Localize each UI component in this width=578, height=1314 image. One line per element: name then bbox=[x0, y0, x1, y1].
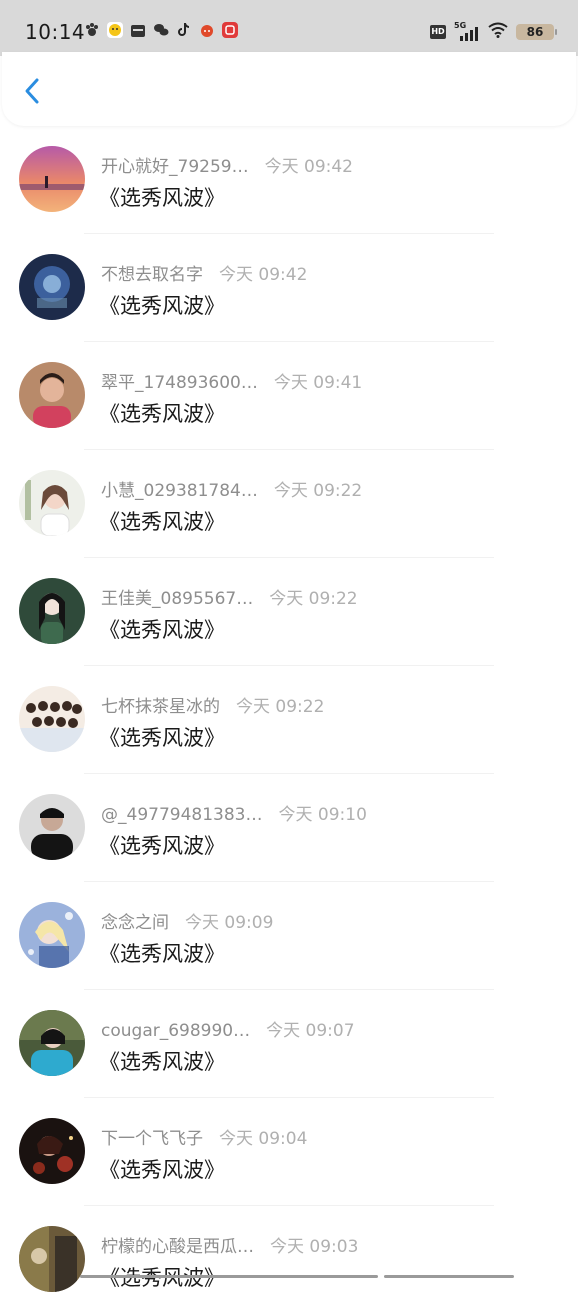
timestamp: 今天 09:09 bbox=[185, 913, 274, 933]
name-line: 念念之间 今天 09:09 bbox=[101, 908, 273, 933]
pinduoduo-app-icon bbox=[222, 22, 238, 38]
name-line: 不想去取名字 今天 09:42 bbox=[101, 260, 307, 285]
name-line: cougar_698990… 今天 09:07 bbox=[101, 1016, 355, 1041]
timestamp: 今天 09:22 bbox=[273, 481, 363, 501]
username[interactable]: 下一个飞飞子 bbox=[101, 1124, 203, 1149]
list-item[interactable]: 七杯抹茶星冰的 今天 09:22 《选秀风波》 bbox=[0, 666, 578, 774]
avatar[interactable] bbox=[19, 362, 85, 428]
timestamp: 今天 09:22 bbox=[269, 589, 358, 609]
status-bar: 10:14 HD 5G 86 bbox=[0, 0, 578, 56]
name-line: 七杯抹茶星冰的 今天 09:22 bbox=[101, 692, 324, 717]
message-text: 《选秀风波》 bbox=[99, 834, 225, 858]
paw-app-icon bbox=[84, 22, 100, 38]
username[interactable]: 七杯抹茶星冰的 bbox=[101, 692, 220, 717]
wifi-icon bbox=[488, 22, 508, 42]
cellular-signal-icon: 5G bbox=[454, 21, 480, 41]
avatar[interactable] bbox=[19, 902, 85, 968]
avatar[interactable] bbox=[19, 470, 85, 536]
timestamp: 今天 09:04 bbox=[219, 1129, 308, 1149]
username[interactable]: cougar_698990… bbox=[101, 1021, 250, 1041]
wechat-app-icon bbox=[153, 22, 169, 38]
message-text: 《选秀风波》 bbox=[99, 618, 225, 642]
list-item[interactable]: 小慧_029381784… 今天 09:22 《选秀风波》 bbox=[0, 450, 578, 558]
back-button[interactable] bbox=[16, 74, 50, 108]
avatar[interactable] bbox=[19, 578, 85, 644]
list-item[interactable]: 开心就好_79259… 今天 09:42 《选秀风波》 bbox=[0, 126, 578, 234]
avatar[interactable] bbox=[19, 686, 85, 752]
username[interactable]: @_49779481383… bbox=[101, 805, 262, 825]
message-text: 《选秀风波》 bbox=[99, 1050, 225, 1074]
avatar[interactable] bbox=[19, 1226, 85, 1292]
message-text: 《选秀风波》 bbox=[99, 294, 225, 318]
message-text: 《选秀风波》 bbox=[99, 726, 225, 750]
avatar[interactable] bbox=[19, 794, 85, 860]
timestamp: 今天 09:41 bbox=[273, 373, 363, 393]
top-nav-bar bbox=[2, 52, 576, 126]
message-text: 《选秀风波》 bbox=[99, 186, 225, 210]
name-line: 翠平_174893600… 今天 09:41 bbox=[101, 368, 362, 393]
user-list: 开心就好_79259… 今天 09:42 《选秀风波》 不想去取名字 今天 09… bbox=[0, 126, 578, 1314]
username[interactable]: 王佳美_0895567… bbox=[101, 584, 253, 609]
username[interactable]: 开心就好_79259… bbox=[101, 152, 249, 177]
username[interactable]: 不想去取名字 bbox=[101, 260, 203, 285]
name-line: @_49779481383… 今天 09:10 bbox=[101, 800, 367, 825]
timestamp: 今天 09:42 bbox=[264, 157, 353, 177]
list-item[interactable]: cougar_698990… 今天 09:07 《选秀风波》 bbox=[0, 990, 578, 1098]
avatar[interactable] bbox=[19, 254, 85, 320]
taobao-app-icon bbox=[199, 22, 215, 38]
list-item[interactable]: 柠檬的心酸是西瓜… 今天 09:03 《选秀风波》 bbox=[0, 1206, 578, 1314]
system-indicators: HD 5G 86 bbox=[430, 21, 557, 42]
status-time: 10:14 bbox=[25, 20, 86, 44]
scroll-indicator bbox=[384, 1275, 514, 1278]
chevron-left-icon bbox=[25, 78, 39, 104]
username[interactable]: 小慧_029381784… bbox=[101, 476, 258, 501]
avatar[interactable] bbox=[19, 1118, 85, 1184]
timestamp: 今天 09:10 bbox=[278, 805, 367, 825]
message-text: 《选秀风波》 bbox=[99, 1158, 225, 1182]
message-text: 《选秀风波》 bbox=[99, 510, 225, 534]
hd-badge: HD bbox=[430, 25, 446, 39]
name-line: 柠檬的心酸是西瓜… 今天 09:03 bbox=[101, 1232, 358, 1257]
name-line: 开心就好_79259… 今天 09:42 bbox=[101, 152, 353, 177]
list-item[interactable]: 翠平_174893600… 今天 09:41 《选秀风波》 bbox=[0, 342, 578, 450]
notification-icons bbox=[84, 22, 238, 38]
tiktok-app-icon bbox=[176, 22, 192, 38]
list-item[interactable]: 下一个飞飞子 今天 09:04 《选秀风波》 bbox=[0, 1098, 578, 1206]
battery-indicator: 86 bbox=[516, 24, 557, 40]
scroll-indicator bbox=[80, 1275, 378, 1278]
timestamp: 今天 09:03 bbox=[270, 1237, 359, 1257]
timestamp: 今天 09:07 bbox=[266, 1021, 355, 1041]
list-item[interactable]: 王佳美_0895567… 今天 09:22 《选秀风波》 bbox=[0, 558, 578, 666]
message-text: 《选秀风波》 bbox=[99, 402, 225, 426]
calendar-app-icon bbox=[130, 22, 146, 38]
list-item[interactable]: 不想去取名字 今天 09:42 《选秀风波》 bbox=[0, 234, 578, 342]
avatar[interactable] bbox=[19, 146, 85, 212]
username[interactable]: 念念之间 bbox=[101, 908, 169, 933]
message-text: 《选秀风波》 bbox=[99, 942, 225, 966]
list-item[interactable]: 念念之间 今天 09:09 《选秀风波》 bbox=[0, 882, 578, 990]
username[interactable]: 翠平_174893600… bbox=[101, 368, 258, 393]
avatar[interactable] bbox=[19, 1010, 85, 1076]
smile-app-icon bbox=[107, 22, 123, 38]
name-line: 王佳美_0895567… 今天 09:22 bbox=[101, 584, 358, 609]
list-item[interactable]: @_49779481383… 今天 09:10 《选秀风波》 bbox=[0, 774, 578, 882]
timestamp: 今天 09:42 bbox=[219, 265, 308, 285]
name-line: 小慧_029381784… 今天 09:22 bbox=[101, 476, 362, 501]
username[interactable]: 柠檬的心酸是西瓜… bbox=[101, 1232, 254, 1257]
timestamp: 今天 09:22 bbox=[236, 697, 325, 717]
name-line: 下一个飞飞子 今天 09:04 bbox=[101, 1124, 307, 1149]
